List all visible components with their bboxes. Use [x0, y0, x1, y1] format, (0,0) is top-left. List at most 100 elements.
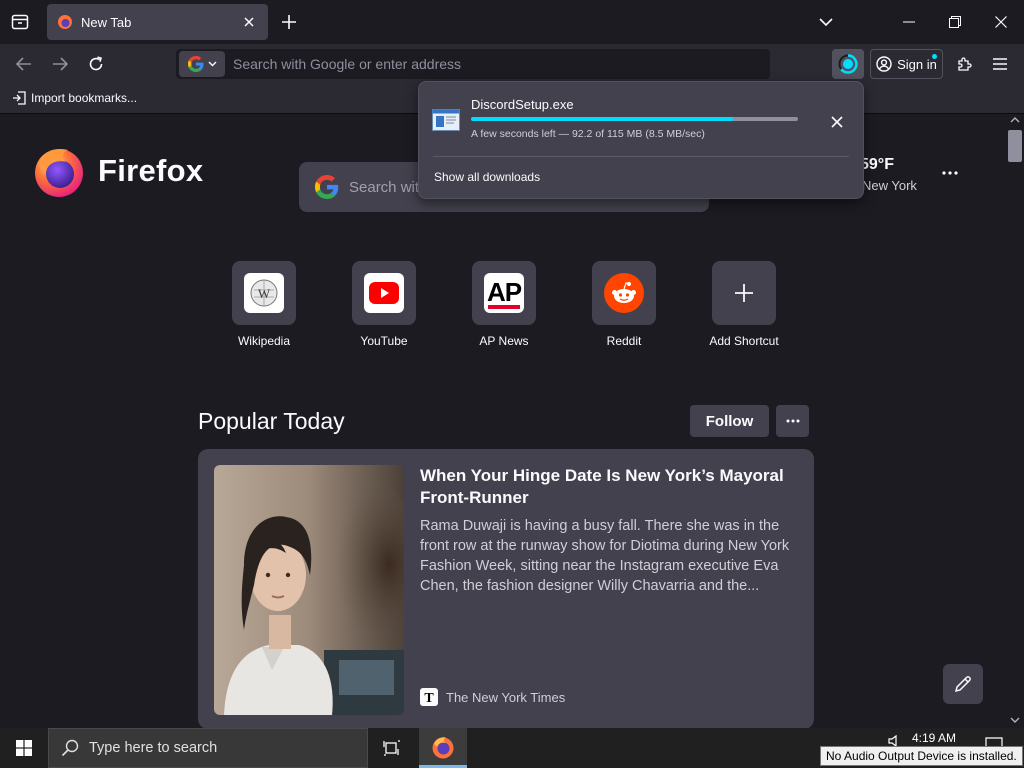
installer-file-icon	[432, 109, 460, 131]
shortcut-wikipedia[interactable]: W	[232, 261, 296, 325]
section-heading: Popular Today	[198, 408, 345, 434]
plus-icon	[735, 284, 753, 302]
download-progress-fill	[471, 117, 733, 121]
reddit-icon	[604, 273, 644, 313]
reload-button[interactable]	[81, 49, 111, 79]
plus-icon	[282, 15, 296, 29]
vertical-scrollbar[interactable]	[1006, 114, 1024, 728]
story-excerpt: Rama Duwaji is having a busy fall. There…	[420, 518, 790, 594]
firefox-view-icon	[11, 14, 29, 30]
minimize-button[interactable]	[886, 0, 932, 44]
svg-text:T: T	[424, 691, 434, 706]
download-filename[interactable]: DiscordSetup.exe	[471, 97, 574, 112]
download-status: A few seconds left — 92.2 of 115 MB (8.5…	[471, 128, 705, 140]
shortcut-ap-news[interactable]: AP	[472, 261, 536, 325]
section-menu-button[interactable]	[776, 405, 809, 437]
address-bar-placeholder: Search with Google or enter address	[233, 56, 462, 72]
story-title[interactable]: When Your Hinge Date Is New York’s Mayor…	[420, 465, 790, 509]
follow-button[interactable]: Follow	[690, 405, 769, 437]
weather-temperature[interactable]: 59°F	[860, 156, 894, 174]
app-menu-button[interactable]	[985, 49, 1015, 79]
close-icon	[244, 17, 254, 27]
youtube-icon	[364, 273, 404, 313]
scrollbar-thumb[interactable]	[1008, 130, 1022, 162]
puzzle-icon	[958, 57, 972, 71]
taskbar-clock[interactable]: 4:19 AM	[912, 731, 956, 745]
wikipedia-icon: W	[244, 273, 284, 313]
divider	[433, 156, 849, 157]
import-bookmarks-button[interactable]: Import bookmarks...	[12, 91, 137, 105]
hamburger-menu-icon	[993, 58, 1007, 70]
more-horizontal-icon	[942, 171, 958, 175]
scroll-down-arrow-icon[interactable]	[1009, 716, 1021, 724]
story-source: T The New York Times	[420, 688, 565, 706]
shortcut-label: AP News	[479, 334, 529, 348]
sign-in-button[interactable]: Sign in	[870, 49, 943, 79]
forward-button[interactable]	[45, 49, 75, 79]
story-card[interactable]: When Your Hinge Date Is New York’s Mayor…	[198, 449, 814, 729]
close-icon	[995, 16, 1007, 28]
close-window-button[interactable]	[978, 0, 1024, 44]
download-progress-icon	[838, 54, 858, 74]
ap-news-icon: AP	[484, 273, 524, 313]
more-horizontal-icon	[786, 419, 799, 423]
firefox-wordmark: Firefox	[98, 153, 204, 188]
story-thumbnail	[214, 465, 404, 715]
firefox-icon	[432, 736, 454, 758]
svg-text:W: W	[258, 286, 271, 301]
chevron-down-icon	[208, 61, 216, 67]
start-button[interactable]	[0, 728, 48, 768]
downloads-button[interactable]	[832, 49, 864, 79]
back-button[interactable]	[9, 49, 39, 79]
scroll-up-arrow-icon[interactable]	[1009, 116, 1021, 124]
shortcut-label: YouTube	[360, 334, 408, 348]
audio-tooltip: No Audio Output Device is installed.	[820, 746, 1023, 766]
shortcut-reddit[interactable]	[592, 261, 656, 325]
search-icon	[61, 739, 79, 757]
weather-menu-button[interactable]	[936, 162, 964, 184]
tab-new-tab[interactable]: New Tab	[47, 4, 268, 40]
firefox-view-button[interactable]	[0, 0, 40, 44]
task-view-button[interactable]	[372, 728, 412, 768]
show-all-downloads-link[interactable]: Show all downloads	[434, 170, 540, 184]
import-bookmarks-label: Import bookmarks...	[31, 91, 138, 105]
shortcut-label: Wikipedia	[237, 334, 291, 348]
customize-button[interactable]	[943, 664, 983, 704]
chevron-down-icon	[819, 18, 833, 26]
download-progress-bar	[471, 117, 798, 121]
pencil-icon	[954, 676, 971, 693]
reload-icon	[89, 56, 103, 71]
search-engine-button[interactable]	[179, 51, 225, 77]
firefox-tab-icon	[58, 15, 72, 29]
firefox-logo: Firefox	[32, 144, 203, 198]
minimize-icon	[903, 21, 915, 23]
taskbar-firefox-button[interactable]	[419, 728, 467, 768]
weather-city[interactable]: New York	[862, 178, 917, 193]
notification-dot	[932, 54, 937, 59]
story-source-label: The New York Times	[446, 689, 566, 705]
web-search-placeholder: Search wit	[349, 178, 420, 196]
account-icon	[876, 56, 892, 72]
google-icon	[187, 56, 203, 72]
arrow-left-icon	[16, 57, 31, 71]
shortcut-youtube[interactable]	[352, 261, 416, 325]
extensions-button[interactable]	[950, 49, 980, 79]
taskbar-search-placeholder: Type here to search	[89, 740, 218, 756]
task-view-icon	[383, 740, 400, 756]
list-all-tabs-button[interactable]	[803, 0, 849, 44]
restore-button[interactable]	[932, 0, 978, 44]
shortcut-label: Add Shortcut	[709, 334, 779, 348]
windows-logo-icon	[16, 740, 32, 756]
cancel-download-button[interactable]	[823, 108, 851, 136]
svg-text:AP: AP	[487, 277, 522, 307]
sign-in-label: Sign in	[897, 56, 937, 72]
new-tab-button[interactable]	[266, 0, 312, 44]
shortcut-label: Reddit	[606, 334, 642, 348]
close-icon	[831, 116, 843, 128]
tab-title: New Tab	[81, 14, 132, 30]
import-icon	[13, 91, 26, 105]
address-bar[interactable]: Search with Google or enter address	[176, 49, 770, 79]
tab-close-button[interactable]	[238, 11, 260, 33]
add-shortcut-button[interactable]	[712, 261, 776, 325]
taskbar-search-box[interactable]: Type here to search	[48, 728, 368, 768]
